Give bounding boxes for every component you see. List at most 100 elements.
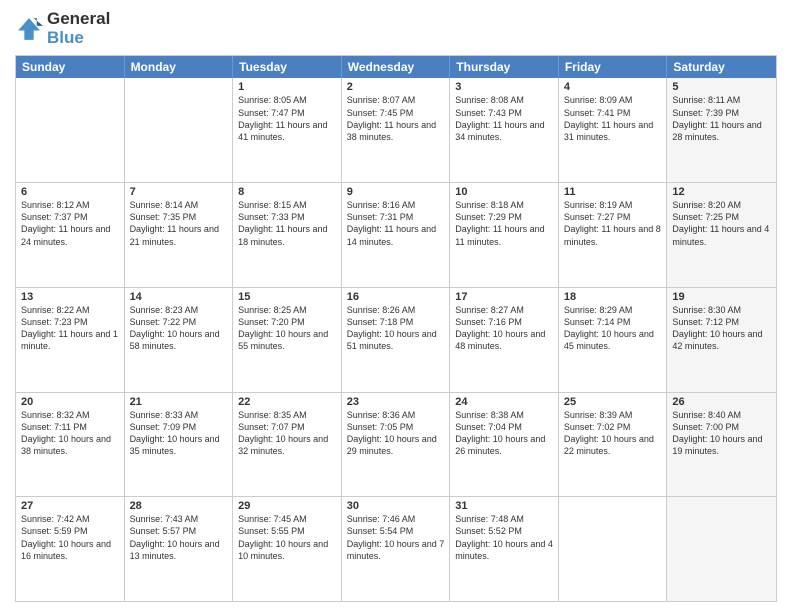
calendar-header: SundayMondayTuesdayWednesdayThursdayFrid… xyxy=(16,56,776,78)
calendar-week-row: 13Sunrise: 8:22 AM Sunset: 7:23 PM Dayli… xyxy=(16,288,776,393)
day-number: 10 xyxy=(455,186,553,198)
cell-info: Sunrise: 8:38 AM Sunset: 7:04 PM Dayligh… xyxy=(455,409,553,458)
logo-icon xyxy=(15,15,43,43)
day-number: 19 xyxy=(672,291,771,303)
cell-info: Sunrise: 8:27 AM Sunset: 7:16 PM Dayligh… xyxy=(455,304,553,353)
cell-info: Sunrise: 8:35 AM Sunset: 7:07 PM Dayligh… xyxy=(238,409,336,458)
day-number: 4 xyxy=(564,81,662,93)
calendar-cell: 14Sunrise: 8:23 AM Sunset: 7:22 PM Dayli… xyxy=(125,288,234,392)
day-number: 14 xyxy=(130,291,228,303)
day-number: 9 xyxy=(347,186,445,198)
calendar-cell: 30Sunrise: 7:46 AM Sunset: 5:54 PM Dayli… xyxy=(342,497,451,601)
calendar-cell: 29Sunrise: 7:45 AM Sunset: 5:55 PM Dayli… xyxy=(233,497,342,601)
cell-info: Sunrise: 8:16 AM Sunset: 7:31 PM Dayligh… xyxy=(347,199,445,248)
calendar-cell: 3Sunrise: 8:08 AM Sunset: 7:43 PM Daylig… xyxy=(450,78,559,182)
cell-info: Sunrise: 8:19 AM Sunset: 7:27 PM Dayligh… xyxy=(564,199,662,248)
cell-info: Sunrise: 8:20 AM Sunset: 7:25 PM Dayligh… xyxy=(672,199,771,248)
cell-info: Sunrise: 7:43 AM Sunset: 5:57 PM Dayligh… xyxy=(130,513,228,562)
calendar-week-row: 1Sunrise: 8:05 AM Sunset: 7:47 PM Daylig… xyxy=(16,78,776,183)
day-number: 5 xyxy=(672,81,771,93)
calendar-cell: 22Sunrise: 8:35 AM Sunset: 7:07 PM Dayli… xyxy=(233,393,342,497)
calendar-cell: 10Sunrise: 8:18 AM Sunset: 7:29 PM Dayli… xyxy=(450,183,559,287)
cell-info: Sunrise: 8:26 AM Sunset: 7:18 PM Dayligh… xyxy=(347,304,445,353)
calendar-cell: 5Sunrise: 8:11 AM Sunset: 7:39 PM Daylig… xyxy=(667,78,776,182)
day-number: 30 xyxy=(347,500,445,512)
calendar-cell: 26Sunrise: 8:40 AM Sunset: 7:00 PM Dayli… xyxy=(667,393,776,497)
weekday-header: Saturday xyxy=(667,56,776,78)
day-number: 27 xyxy=(21,500,119,512)
calendar-cell: 17Sunrise: 8:27 AM Sunset: 7:16 PM Dayli… xyxy=(450,288,559,392)
cell-info: Sunrise: 8:12 AM Sunset: 7:37 PM Dayligh… xyxy=(21,199,119,248)
cell-info: Sunrise: 8:23 AM Sunset: 7:22 PM Dayligh… xyxy=(130,304,228,353)
cell-info: Sunrise: 8:07 AM Sunset: 7:45 PM Dayligh… xyxy=(347,94,445,143)
calendar-cell: 12Sunrise: 8:20 AM Sunset: 7:25 PM Dayli… xyxy=(667,183,776,287)
day-number: 15 xyxy=(238,291,336,303)
day-number: 20 xyxy=(21,396,119,408)
calendar-cell: 23Sunrise: 8:36 AM Sunset: 7:05 PM Dayli… xyxy=(342,393,451,497)
cell-info: Sunrise: 8:36 AM Sunset: 7:05 PM Dayligh… xyxy=(347,409,445,458)
calendar-week-row: 6Sunrise: 8:12 AM Sunset: 7:37 PM Daylig… xyxy=(16,183,776,288)
cell-info: Sunrise: 8:09 AM Sunset: 7:41 PM Dayligh… xyxy=(564,94,662,143)
day-number: 13 xyxy=(21,291,119,303)
day-number: 2 xyxy=(347,81,445,93)
day-number: 24 xyxy=(455,396,553,408)
cell-info: Sunrise: 8:08 AM Sunset: 7:43 PM Dayligh… xyxy=(455,94,553,143)
calendar-cell: 7Sunrise: 8:14 AM Sunset: 7:35 PM Daylig… xyxy=(125,183,234,287)
day-number: 11 xyxy=(564,186,662,198)
calendar-cell xyxy=(559,497,668,601)
day-number: 22 xyxy=(238,396,336,408)
cell-info: Sunrise: 7:42 AM Sunset: 5:59 PM Dayligh… xyxy=(21,513,119,562)
calendar-cell: 16Sunrise: 8:26 AM Sunset: 7:18 PM Dayli… xyxy=(342,288,451,392)
cell-info: Sunrise: 8:30 AM Sunset: 7:12 PM Dayligh… xyxy=(672,304,771,353)
day-number: 28 xyxy=(130,500,228,512)
cell-info: Sunrise: 8:32 AM Sunset: 7:11 PM Dayligh… xyxy=(21,409,119,458)
day-number: 8 xyxy=(238,186,336,198)
calendar-cell: 4Sunrise: 8:09 AM Sunset: 7:41 PM Daylig… xyxy=(559,78,668,182)
day-number: 7 xyxy=(130,186,228,198)
cell-info: Sunrise: 7:48 AM Sunset: 5:52 PM Dayligh… xyxy=(455,513,553,562)
logo-text: General Blue xyxy=(47,10,110,47)
calendar-cell: 9Sunrise: 8:16 AM Sunset: 7:31 PM Daylig… xyxy=(342,183,451,287)
logo: General Blue xyxy=(15,10,110,47)
calendar-cell: 6Sunrise: 8:12 AM Sunset: 7:37 PM Daylig… xyxy=(16,183,125,287)
day-number: 16 xyxy=(347,291,445,303)
cell-info: Sunrise: 8:11 AM Sunset: 7:39 PM Dayligh… xyxy=(672,94,771,143)
calendar-cell: 31Sunrise: 7:48 AM Sunset: 5:52 PM Dayli… xyxy=(450,497,559,601)
calendar-cell: 11Sunrise: 8:19 AM Sunset: 7:27 PM Dayli… xyxy=(559,183,668,287)
day-number: 25 xyxy=(564,396,662,408)
day-number: 26 xyxy=(672,396,771,408)
day-number: 17 xyxy=(455,291,553,303)
page: General Blue SundayMondayTuesdayWednesda… xyxy=(0,0,792,612)
calendar-cell: 8Sunrise: 8:15 AM Sunset: 7:33 PM Daylig… xyxy=(233,183,342,287)
calendar-cell: 1Sunrise: 8:05 AM Sunset: 7:47 PM Daylig… xyxy=(233,78,342,182)
weekday-header: Thursday xyxy=(450,56,559,78)
cell-info: Sunrise: 8:33 AM Sunset: 7:09 PM Dayligh… xyxy=(130,409,228,458)
day-number: 12 xyxy=(672,186,771,198)
cell-info: Sunrise: 8:40 AM Sunset: 7:00 PM Dayligh… xyxy=(672,409,771,458)
cell-info: Sunrise: 8:29 AM Sunset: 7:14 PM Dayligh… xyxy=(564,304,662,353)
weekday-header: Friday xyxy=(559,56,668,78)
day-number: 31 xyxy=(455,500,553,512)
cell-info: Sunrise: 8:15 AM Sunset: 7:33 PM Dayligh… xyxy=(238,199,336,248)
cell-info: Sunrise: 8:25 AM Sunset: 7:20 PM Dayligh… xyxy=(238,304,336,353)
cell-info: Sunrise: 8:05 AM Sunset: 7:47 PM Dayligh… xyxy=(238,94,336,143)
cell-info: Sunrise: 8:39 AM Sunset: 7:02 PM Dayligh… xyxy=(564,409,662,458)
calendar-cell: 25Sunrise: 8:39 AM Sunset: 7:02 PM Dayli… xyxy=(559,393,668,497)
day-number: 23 xyxy=(347,396,445,408)
calendar-week-row: 27Sunrise: 7:42 AM Sunset: 5:59 PM Dayli… xyxy=(16,497,776,601)
calendar-cell: 20Sunrise: 8:32 AM Sunset: 7:11 PM Dayli… xyxy=(16,393,125,497)
weekday-header: Monday xyxy=(125,56,234,78)
calendar-cell: 15Sunrise: 8:25 AM Sunset: 7:20 PM Dayli… xyxy=(233,288,342,392)
day-number: 21 xyxy=(130,396,228,408)
day-number: 3 xyxy=(455,81,553,93)
calendar-cell xyxy=(125,78,234,182)
calendar-cell: 18Sunrise: 8:29 AM Sunset: 7:14 PM Dayli… xyxy=(559,288,668,392)
day-number: 1 xyxy=(238,81,336,93)
header: General Blue xyxy=(15,10,777,47)
calendar-cell: 28Sunrise: 7:43 AM Sunset: 5:57 PM Dayli… xyxy=(125,497,234,601)
calendar-week-row: 20Sunrise: 8:32 AM Sunset: 7:11 PM Dayli… xyxy=(16,393,776,498)
cell-info: Sunrise: 8:14 AM Sunset: 7:35 PM Dayligh… xyxy=(130,199,228,248)
calendar-cell: 21Sunrise: 8:33 AM Sunset: 7:09 PM Dayli… xyxy=(125,393,234,497)
calendar-cell: 2Sunrise: 8:07 AM Sunset: 7:45 PM Daylig… xyxy=(342,78,451,182)
calendar-cell: 24Sunrise: 8:38 AM Sunset: 7:04 PM Dayli… xyxy=(450,393,559,497)
